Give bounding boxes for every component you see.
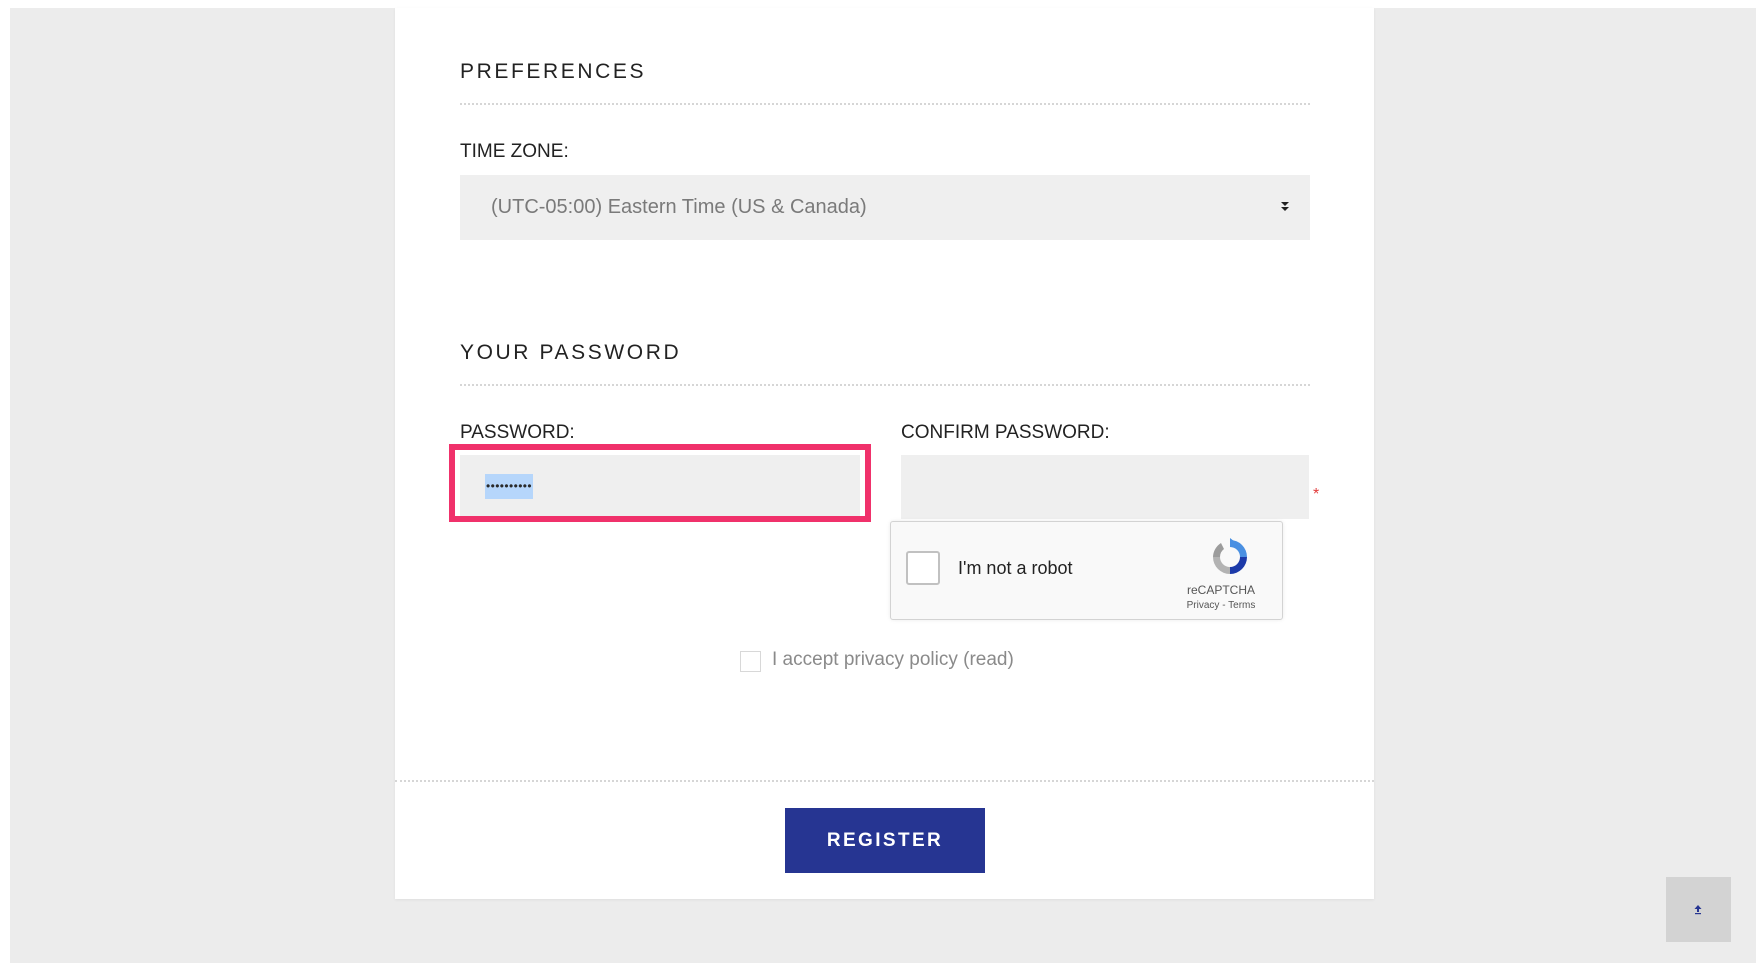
recaptcha-label: I'm not a robot [958,558,1073,578]
recaptcha-brand: reCAPTCHA [1186,583,1255,597]
password-field-highlight [449,444,871,522]
footer-divider [395,780,1374,782]
chevron-down-icon [1281,202,1289,211]
privacy-policy-checkbox[interactable] [740,651,761,672]
password-label: PASSWORD: [460,422,575,443]
recaptcha-privacy-terms-links[interactable]: Privacy - Terms [1161,600,1281,611]
scroll-to-top-button[interactable] [1666,877,1731,942]
recaptcha-checkbox[interactable] [906,551,940,585]
time-zone-select[interactable]: (UTC-05:00) Eastern Time (US & Canada) [460,175,1310,240]
your-password-heading: YOUR PASSWORD [460,341,682,364]
divider [460,384,1310,386]
time-zone-selected-value: (UTC-05:00) Eastern Time (US & Canada) [491,196,867,218]
register-button[interactable]: REGISTER [785,808,985,873]
confirm-password-field[interactable] [901,455,1309,519]
arrow-up-icon [1694,905,1702,915]
recaptcha-logo-icon [1213,538,1247,574]
time-zone-label: TIME ZONE: [460,141,569,162]
required-indicator: * [1313,486,1320,503]
privacy-policy-label[interactable]: I accept privacy policy (read) [772,649,1014,671]
confirm-password-label: CONFIRM PASSWORD: [901,422,1110,443]
registration-form-card: PREFERENCES TIME ZONE: (UTC-05:00) Easte… [395,8,1374,899]
recaptcha-widget: I'm not a robot reCAPTCHA Privacy - Term… [890,521,1283,620]
divider [460,103,1310,105]
preferences-heading: PREFERENCES [460,60,647,83]
